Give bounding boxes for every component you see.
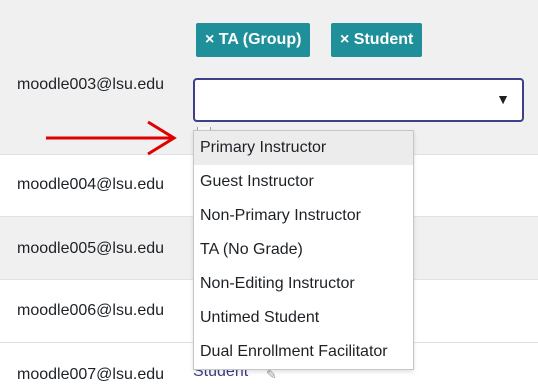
dropdown-option[interactable]: Guest Instructor xyxy=(194,165,413,199)
user-email: moodle007@lsu.edu xyxy=(17,366,165,383)
user-email: moodle005@lsu.edu xyxy=(17,240,165,257)
dropdown-option[interactable]: Untimed Student xyxy=(194,301,413,335)
role-dropdown-list: Primary Instructor Guest Instructor Non-… xyxy=(193,130,414,370)
dropdown-option[interactable]: Non-Editing Instructor xyxy=(194,267,413,301)
red-arrow-annotation xyxy=(46,120,177,156)
caret-down-icon: ▼ xyxy=(496,91,510,107)
user-email: moodle006@lsu.edu xyxy=(17,302,165,319)
dropdown-option[interactable]: Non-Primary Instructor xyxy=(194,199,413,233)
dropdown-option[interactable]: Dual Enrollment Facilitator xyxy=(194,335,413,369)
role-tag-ta-group[interactable]: × TA (Group) xyxy=(196,23,311,57)
user-email: moodle004@lsu.edu xyxy=(17,176,165,193)
role-select[interactable]: ▼ xyxy=(193,78,524,122)
faint-overlapping-text xyxy=(162,378,538,387)
role-tag-student[interactable]: × Student xyxy=(331,23,423,57)
dropdown-option[interactable]: Primary Instructor xyxy=(194,131,413,165)
user-email: moodle003@lsu.edu xyxy=(17,76,165,93)
dropdown-option[interactable]: TA (No Grade) xyxy=(194,233,413,267)
